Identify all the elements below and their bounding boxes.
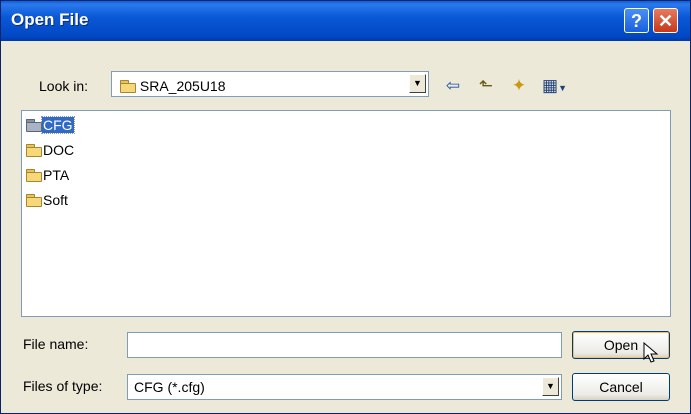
folder-icon xyxy=(26,194,42,207)
file-name-input[interactable] xyxy=(127,332,562,358)
question-icon: ? xyxy=(631,11,642,31)
file-list[interactable]: CFG DOC PTA Soft xyxy=(21,110,671,317)
list-item-label: PTA xyxy=(43,167,70,183)
files-of-type-value: CFG (*.cfg) xyxy=(134,379,205,395)
chevron-down-icon[interactable]: ▼ xyxy=(409,74,426,93)
cancel-button[interactable]: Cancel xyxy=(572,373,670,401)
look-in-value: SRA_205U18 xyxy=(139,78,226,94)
chevron-down-icon: ▼ xyxy=(558,83,567,93)
list-item-label: DOC xyxy=(43,142,75,158)
list-item-label: Soft xyxy=(43,192,68,208)
list-item[interactable]: DOC xyxy=(26,141,75,159)
dialog-title: Open File xyxy=(11,10,89,29)
chevron-down-icon[interactable]: ▼ xyxy=(542,377,559,396)
new-folder-button[interactable]: ✦ xyxy=(508,75,530,97)
look-in-dropdown[interactable]: SRA_205U18 ▼ xyxy=(111,71,429,97)
back-arrow-icon: ⇦ xyxy=(445,76,461,95)
open-file-dialog: Open File ? ✕ Look in: SRA_205U18 ▼ ⇦ ⬑ … xyxy=(0,0,691,414)
folder-icon xyxy=(26,169,42,182)
folder-icon xyxy=(26,119,42,132)
up-folder-button[interactable]: ⬑ xyxy=(475,75,497,97)
file-name-label: File name: xyxy=(23,336,89,352)
folder-icon xyxy=(26,144,42,157)
close-button[interactable]: ✕ xyxy=(653,8,678,33)
files-of-type-label: Files of type: xyxy=(23,378,103,394)
up-folder-icon: ⬑ xyxy=(478,76,494,95)
mouse-cursor-icon xyxy=(643,341,659,364)
files-of-type-dropdown[interactable]: CFG (*.cfg) ▼ xyxy=(127,374,562,400)
list-item-label: CFG xyxy=(41,116,75,134)
folder-icon xyxy=(120,80,136,93)
new-folder-icon: ✦ xyxy=(511,76,527,95)
list-item[interactable]: PTA xyxy=(26,166,70,184)
back-button[interactable]: ⇦ xyxy=(442,75,464,97)
help-button[interactable]: ? xyxy=(624,8,649,33)
list-item[interactable]: Soft xyxy=(26,191,69,209)
close-icon: ✕ xyxy=(657,11,674,31)
views-icon: ▦ xyxy=(542,76,559,95)
look-in-label: Look in: xyxy=(39,78,89,94)
list-item[interactable]: CFG xyxy=(26,116,75,134)
title-bar[interactable]: Open File ? ✕ xyxy=(1,1,690,41)
views-menu-button[interactable]: ▦▼ xyxy=(542,75,567,97)
